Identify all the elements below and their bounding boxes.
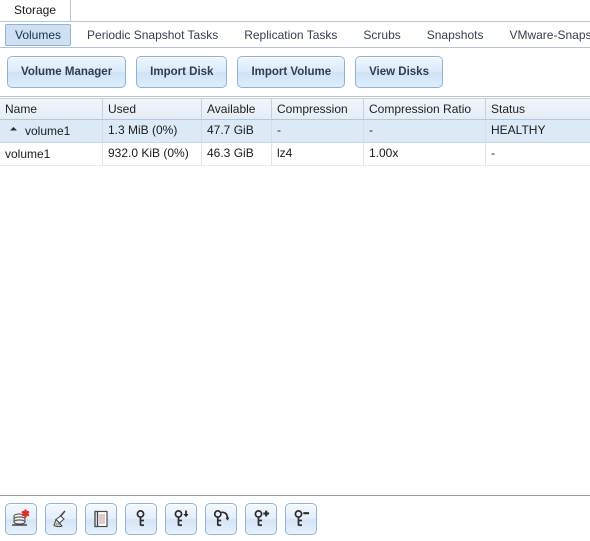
tab-replication-tasks[interactable]: Replication Tasks (234, 24, 347, 46)
window-tab-storage[interactable]: Storage (0, 0, 72, 21)
action-toolbar: Volume Manager Import Disk Import Volume… (0, 48, 590, 97)
status-badge: - (491, 146, 495, 160)
grid-header-row: Name Used Available Compression Compress… (0, 98, 590, 120)
row-available-cell: 46.3 GiB (202, 143, 272, 165)
volumes-grid: Name Used Available Compression Compress… (0, 98, 590, 495)
volume-status-icon[interactable] (85, 502, 117, 535)
download-key-icon[interactable] (165, 502, 197, 535)
scrub-volume-icon[interactable] (45, 502, 77, 535)
column-header-status[interactable]: Status (486, 99, 590, 119)
key-minus-icon (294, 509, 310, 526)
unlock-icon[interactable] (125, 502, 157, 535)
row-used-cell: 932.0 KiB (0%) (103, 143, 202, 165)
column-header-compression[interactable]: Compression (272, 99, 364, 119)
table-row[interactable]: volume1 932.0 KiB (0%) 46.3 GiB lz4 1.00… (0, 143, 590, 166)
tab-periodic-snapshot-tasks[interactable]: Periodic Snapshot Tasks (77, 24, 228, 46)
document-icon (94, 510, 108, 527)
volume-manager-button[interactable]: Volume Manager (7, 56, 127, 88)
tab-volumes[interactable]: Volumes (5, 23, 72, 46)
row-compression-ratio-cell: 1.00x (364, 143, 486, 165)
broom-icon (53, 510, 66, 527)
bottom-icon-toolbar (0, 495, 590, 541)
column-header-used[interactable]: Used (103, 99, 202, 119)
tab-vmware-snapshot[interactable]: VMware-Snapshot (499, 24, 590, 46)
sub-tab-bar: Volumes Periodic Snapshot Tasks Replicat… (0, 22, 590, 48)
row-used-cell: 1.3 MiB (0%) (103, 120, 202, 142)
disk-stack-remove-icon (12, 509, 30, 526)
window-tab-bar: Storage (0, 0, 590, 22)
status-badge: HEALTHY (491, 123, 546, 137)
column-header-compression-ratio[interactable]: Compression Ratio (364, 99, 486, 119)
column-header-name[interactable]: Name (0, 99, 103, 119)
import-disk-button[interactable]: Import Disk (136, 56, 228, 88)
row-compression-ratio-cell: - (364, 120, 486, 142)
row-compression-cell: - (272, 120, 364, 142)
detach-volume-icon[interactable] (5, 502, 37, 535)
row-name-cell: volume1 (0, 120, 103, 142)
key-icon (136, 509, 145, 526)
key-down-icon (174, 509, 189, 526)
tab-scrubs[interactable]: Scrubs (353, 24, 410, 46)
key-arrow-icon (213, 509, 230, 526)
key-plus-icon (254, 509, 270, 526)
add-recovery-key-icon[interactable] (245, 502, 277, 535)
row-compression-cell: lz4 (272, 143, 364, 165)
row-available-cell: 47.7 GiB (202, 120, 272, 142)
restore-key-icon[interactable] (205, 502, 237, 535)
remove-recovery-key-icon[interactable] (285, 502, 317, 535)
view-disks-button[interactable]: View Disks (355, 56, 443, 88)
tab-snapshots[interactable]: Snapshots (417, 24, 494, 46)
row-name-label: volume1 (5, 146, 51, 161)
column-header-available[interactable]: Available (202, 99, 272, 119)
table-row[interactable]: volume1 1.3 MiB (0%) 47.7 GiB - - HEALTH… (0, 120, 590, 143)
row-name-cell: volume1 (0, 143, 103, 165)
expand-collapse-icon[interactable] (11, 127, 20, 136)
import-volume-button[interactable]: Import Volume (237, 56, 346, 88)
row-name-label: volume1 (25, 123, 71, 138)
